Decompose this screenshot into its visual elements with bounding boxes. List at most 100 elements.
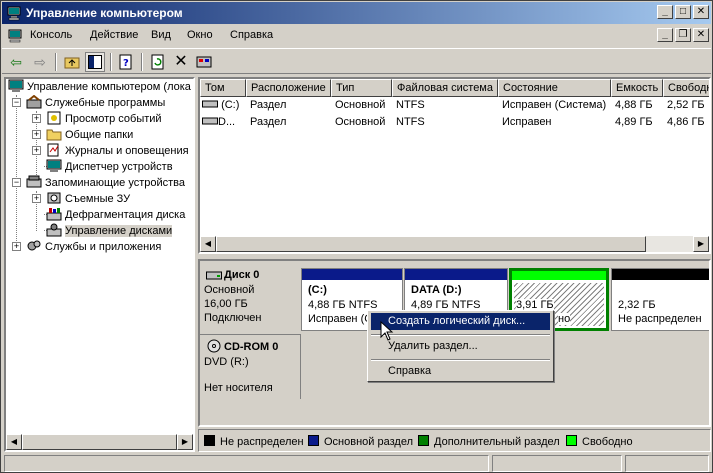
cdrom-0-info[interactable]: CD-ROM 0 DVD (R:) Нет носителя — [200, 334, 300, 399]
legend-swatch — [204, 435, 215, 446]
expand-toggle[interactable]: + — [32, 146, 41, 155]
scroll-thumb[interactable] — [216, 236, 646, 252]
tree-line — [16, 95, 17, 247]
computer-management-window: Управление компьютером _ □ ✕ Консоль Дей… — [0, 0, 713, 473]
mdi-close-button[interactable]: ✕ — [693, 28, 709, 42]
scroll-right-arrow-icon[interactable]: ▶ — [693, 236, 709, 252]
tree-label: Службы и приложения — [45, 241, 162, 253]
disk-0-state: Подключен — [204, 312, 262, 324]
up-folder-icon[interactable] — [62, 52, 82, 72]
close-button[interactable]: ✕ — [693, 5, 709, 19]
list-horizontal-scrollbar[interactable]: ◀ ▶ — [200, 236, 709, 252]
console-tree: Управление компьютером (лока − Служебные… — [4, 77, 195, 452]
properties-icon[interactable]: ? — [116, 52, 136, 72]
computer-icon — [8, 79, 24, 92]
storage-icon — [26, 175, 42, 188]
delete-icon[interactable]: ✕ — [171, 52, 191, 72]
tree-label: Служебные программы — [45, 97, 166, 109]
window-title: Управление компьютером — [26, 6, 183, 20]
table-row[interactable]: D... — [202, 114, 246, 130]
minimize-button[interactable]: _ — [657, 5, 673, 19]
legend-label: Не распределен — [220, 436, 304, 448]
console-icon[interactable] — [7, 28, 23, 44]
svg-text:?: ? — [123, 58, 129, 69]
column-header-free[interactable]: Свободно — [663, 79, 709, 97]
tree-node-storage[interactable]: Запоминающие устройства — [26, 175, 185, 191]
drive-icon — [202, 117, 218, 125]
tree-node-services-apps[interactable]: Службы и приложения — [26, 239, 161, 255]
menu-help[interactable]: Справка — [230, 29, 273, 41]
partition-status: но — [558, 313, 571, 325]
cdrom-drive: DVD (R:) — [204, 356, 249, 368]
disk-0-info[interactable]: Диск 0 Основной 16,00 ГБ Подключен — [200, 265, 300, 331]
column-header-filesystem[interactable]: Файловая система — [392, 79, 498, 97]
scroll-left-arrow-icon[interactable]: ◀ — [200, 236, 216, 252]
toolbar-separator — [141, 53, 143, 71]
event-viewer-icon — [47, 111, 61, 125]
mdi-restore-button[interactable]: ❐ — [675, 28, 691, 42]
table-row[interactable]: (C:) — [202, 97, 246, 113]
cell-capacity: 4,88 ГБ — [615, 99, 653, 111]
column-header-status[interactable]: Состояние — [498, 79, 611, 97]
legend-label: Дополнительный раздел — [434, 436, 560, 448]
menu-console[interactable]: Консоль — [30, 29, 72, 41]
column-header-layout[interactable]: Расположение — [246, 79, 331, 97]
scroll-right-arrow-icon[interactable]: ▶ — [177, 434, 193, 450]
menu-item-help[interactable]: Справка — [371, 363, 550, 380]
expand-toggle[interactable]: + — [32, 130, 41, 139]
cdrom-name: CD-ROM 0 — [224, 341, 279, 353]
tree-node-system-tools[interactable]: Служебные программы — [26, 95, 165, 111]
tree-label: Управление компьютером (лока — [27, 81, 191, 93]
expand-toggle[interactable]: + — [32, 114, 41, 123]
scroll-thumb[interactable] — [22, 434, 177, 450]
menu-action[interactable]: Действие — [90, 29, 138, 41]
legend-primary: Основной раздел — [308, 435, 413, 448]
title-bar[interactable]: Управление компьютером _ □ ✕ — [2, 2, 711, 24]
menu-item-create-logical-drive[interactable]: Создать логический диск... — [371, 313, 550, 330]
collapse-toggle[interactable]: − — [12, 178, 21, 187]
partition-label: DATA (D:) — [411, 284, 462, 296]
column-header-capacity[interactable]: Емкость — [611, 79, 663, 97]
tree-node-logs-alerts[interactable]: Журналы и оповещения — [46, 143, 189, 159]
mouse-pointer-icon — [380, 321, 394, 341]
column-header-type[interactable]: Тип — [331, 79, 392, 97]
unallocated-partition[interactable]: 2,32 ГБ Не распределен — [611, 268, 709, 331]
expand-toggle[interactable]: + — [12, 242, 21, 251]
legend: Не распределен Основной раздел Дополните… — [198, 429, 711, 452]
mdi-minimize-button[interactable]: _ — [657, 28, 673, 42]
status-bar — [2, 453, 711, 472]
disk-0-type: Основной — [204, 284, 255, 296]
refresh-icon[interactable] — [148, 52, 168, 72]
status-pane — [625, 455, 709, 472]
menu-view[interactable]: Вид — [151, 29, 171, 41]
cell-capacity: 4,89 ГБ — [615, 116, 653, 128]
column-header-volume[interactable]: Том — [200, 79, 246, 97]
unallocated-bar — [612, 269, 709, 280]
show-hide-tree-icon[interactable] — [85, 52, 105, 72]
collapse-toggle[interactable]: − — [12, 98, 21, 107]
disk-management-icon — [46, 223, 62, 237]
disk-settings-icon[interactable] — [194, 52, 214, 72]
tree-node-disk-management[interactable]: Управление дисками — [46, 223, 173, 239]
menu-bar: Консоль Действие Вид Окно Справка _ ❐ ✕ — [2, 25, 711, 47]
maximize-button[interactable]: □ — [675, 5, 691, 19]
cell-filesystem: NTFS — [396, 116, 425, 128]
tree-node-shared-folders[interactable]: Общие папки — [46, 127, 133, 143]
cell-volume: (C:) — [221, 99, 240, 111]
tree-node-defrag[interactable]: Дефрагментация диска — [46, 207, 185, 223]
expand-toggle[interactable]: + — [32, 194, 41, 203]
tree-horizontal-scrollbar[interactable]: ◀ ▶ — [6, 434, 193, 450]
menu-window[interactable]: Окно — [187, 29, 213, 41]
tree-node-device-manager[interactable]: Диспетчер устройств — [46, 159, 173, 175]
scroll-left-arrow-icon[interactable]: ◀ — [6, 434, 22, 450]
status-pane — [492, 455, 622, 472]
tree-node-removable-storage[interactable]: Съемные ЗУ — [46, 191, 130, 207]
legend-swatch — [308, 435, 319, 446]
back-arrow-icon[interactable]: ⇦ — [6, 52, 26, 72]
forward-arrow-icon[interactable]: ⇨ — [30, 52, 50, 72]
cell-type: Основной — [335, 99, 386, 111]
computer-management-icon — [7, 6, 21, 21]
tree-node-root[interactable]: Управление компьютером (лока — [8, 79, 191, 95]
tree-node-event-viewer[interactable]: Просмотр событий — [46, 111, 162, 127]
menu-item-delete-partition[interactable]: Удалить раздел... — [371, 338, 550, 355]
